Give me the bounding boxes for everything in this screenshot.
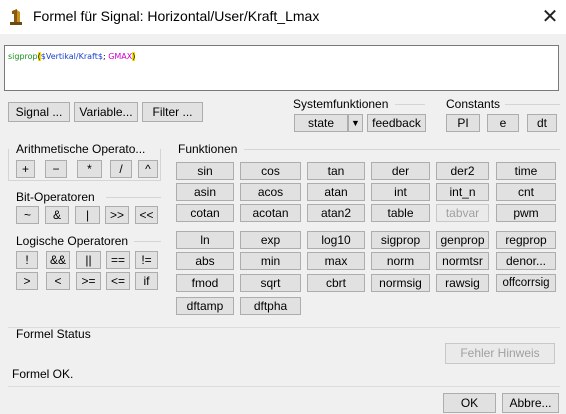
function-rawsig-button[interactable]: rawsig (436, 274, 489, 292)
formula-constant: GMAX (108, 52, 133, 61)
function-dftpha-button[interactable]: dftpha (240, 297, 301, 315)
function-acos-button[interactable]: acos (240, 183, 301, 201)
function-atan2-button[interactable]: atan2 (307, 204, 365, 222)
constant-e-button[interactable]: e (487, 114, 519, 132)
function-int-n-button[interactable]: int_n (436, 183, 489, 201)
function-atan-button[interactable]: atan (307, 183, 365, 201)
op-shiftright-button[interactable]: >> (105, 206, 129, 224)
status-label: Formel Status (16, 327, 91, 341)
op-multiply-button[interactable]: * (77, 160, 102, 178)
op-minus-button[interactable]: − (45, 160, 67, 178)
function-norm-button[interactable]: norm (371, 252, 430, 270)
system-function-select[interactable]: state (294, 114, 348, 132)
app-icon (10, 9, 22, 25)
function-time-button[interactable]: time (496, 162, 556, 180)
footer-divider (8, 386, 560, 387)
funktionen-divider (244, 149, 560, 150)
op-if-button[interactable]: if (135, 272, 158, 290)
constant-dt-button[interactable]: dt (527, 114, 557, 132)
function-normtsr-button[interactable]: normtsr (436, 252, 489, 270)
function-genprop-button[interactable]: genprop (436, 231, 489, 249)
formula-variable: $Vertikal/Kraft$ (40, 52, 103, 61)
cancel-button[interactable]: Abbre... (502, 393, 559, 413)
op-bitor-button[interactable]: | (75, 206, 100, 224)
logic-label: Logische Operatoren (16, 234, 129, 248)
function-dftamp-button[interactable]: dftamp (176, 297, 234, 315)
function-exp-button[interactable]: exp (240, 231, 301, 249)
bit-divider (106, 197, 161, 198)
constant-pi-button[interactable]: PI (446, 114, 480, 132)
function-sigprop-button[interactable]: sigprop (371, 231, 430, 249)
function-abs-button[interactable]: abs (176, 252, 234, 270)
function-max-button[interactable]: max (307, 252, 365, 270)
function-denor-button[interactable]: denor... (496, 252, 556, 270)
function-tabvar-button[interactable]: tabvar (436, 204, 489, 222)
op-bitnot-button[interactable]: ~ (16, 206, 39, 224)
function-der2-button[interactable]: der2 (436, 162, 489, 180)
logic-divider (134, 241, 161, 242)
function-acotan-button[interactable]: acotan (240, 204, 301, 222)
op-shiftleft-button[interactable]: << (135, 206, 158, 224)
function-log10-button[interactable]: log10 (307, 231, 365, 249)
function-offcorrsig-button[interactable]: offcorrsig (496, 274, 556, 292)
function-cbrt-button[interactable]: cbrt (307, 274, 365, 292)
constants-divider (505, 104, 560, 105)
variable-button[interactable]: Variable... (74, 102, 138, 122)
function-der-button[interactable]: der (371, 162, 430, 180)
function-sqrt-button[interactable]: sqrt (240, 274, 301, 292)
function-min-button[interactable]: min (240, 252, 301, 270)
status-message: Formel OK. (12, 367, 74, 381)
function-int-button[interactable]: int (371, 183, 430, 201)
op-and-button[interactable]: && (46, 251, 70, 269)
ok-button[interactable]: OK (443, 393, 496, 413)
status-divider (8, 327, 560, 328)
function-cos-button[interactable]: cos (240, 162, 301, 180)
function-sin-button[interactable]: sin (176, 162, 234, 180)
op-or-button[interactable]: || (76, 251, 101, 269)
feedback-button[interactable]: feedback (367, 114, 426, 132)
function-pwm-button[interactable]: pwm (496, 204, 556, 222)
op-not-button[interactable]: ! (16, 251, 38, 269)
function-regprop-button[interactable]: regprop (496, 231, 556, 249)
funktionen-label: Funktionen (178, 142, 238, 156)
window-title: Formel für Signal: Horizontal/User/Kraft… (33, 8, 320, 24)
op-divide-button[interactable]: / (110, 160, 132, 178)
filter-button[interactable]: Filter ... (142, 102, 203, 122)
op-lessequal-button[interactable]: <= (106, 272, 130, 290)
close-icon[interactable]: ✕ (540, 6, 560, 26)
function-normsig-button[interactable]: normsig (371, 274, 430, 292)
systemfunktionen-label: Systemfunktionen (293, 97, 389, 111)
chevron-down-icon[interactable]: ▼ (348, 114, 363, 132)
formula-paren-close: ) (132, 52, 136, 61)
bit-label: Bit-Operatoren (16, 190, 95, 204)
constants-label: Constants (446, 97, 501, 111)
function-ln-button[interactable]: ln (176, 231, 234, 249)
op-greater-button[interactable]: > (16, 272, 38, 290)
formula-text[interactable]: sigprop($Vertikal/Kraft$; GMAX) (8, 52, 136, 61)
op-bitand-button[interactable]: & (45, 206, 69, 224)
function-fmod-button[interactable]: fmod (176, 274, 234, 292)
op-equal-button[interactable]: == (106, 251, 130, 269)
op-power-button[interactable]: ^ (138, 160, 158, 178)
error-hint-button[interactable]: Fehler Hinweis (445, 343, 555, 364)
function-asin-button[interactable]: asin (176, 183, 234, 201)
function-table-button[interactable]: table (371, 204, 430, 222)
op-notequal-button[interactable]: != (135, 251, 158, 269)
formula-editor[interactable]: sigprop($Vertikal/Kraft$; GMAX) (4, 45, 559, 91)
systemfunktionen-divider (395, 104, 425, 105)
function-cotan-button[interactable]: cotan (176, 204, 234, 222)
op-less-button[interactable]: < (46, 272, 70, 290)
op-plus-button[interactable]: + (16, 160, 35, 178)
title-bar: Formel für Signal: Horizontal/User/Kraft… (0, 0, 566, 34)
op-greaterequal-button[interactable]: >= (76, 272, 101, 290)
function-tan-button[interactable]: tan (307, 162, 365, 180)
formula-function: sigprop (8, 52, 38, 61)
signal-button[interactable]: Signal ... (8, 102, 70, 122)
function-cnt-button[interactable]: cnt (496, 183, 556, 201)
